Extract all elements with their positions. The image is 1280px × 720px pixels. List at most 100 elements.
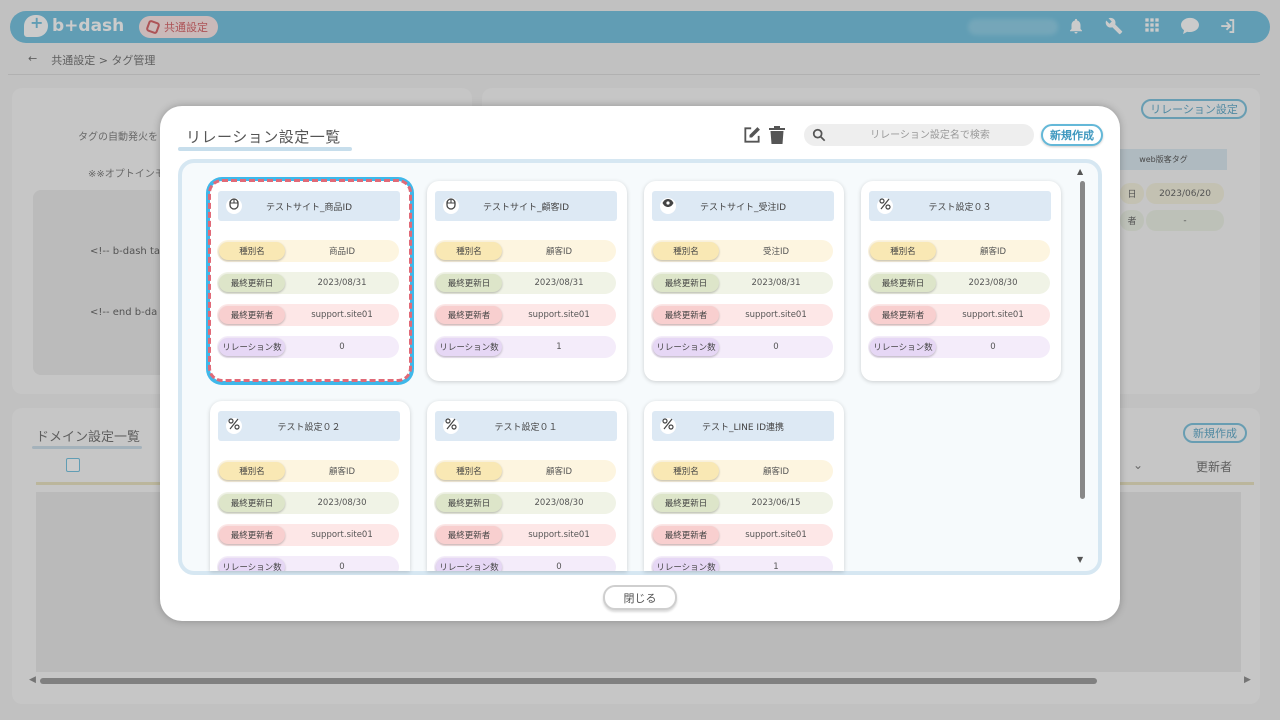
relation-card[interactable]: テストサイト_商品ID 種別名 商品ID 最終更新日 2023/08/31 最終更新者 su… [210, 181, 410, 381]
updated-by-value: support.site01 [745, 310, 807, 320]
relation-count-value: 0 [990, 342, 996, 352]
updated-by-value: support.site01 [311, 310, 373, 320]
updated-by-value: support.site01 [528, 310, 590, 320]
updated-by-value: support.site01 [745, 530, 807, 540]
relation-search [804, 124, 1034, 146]
updated-at-label: 最終更新日 [653, 494, 719, 512]
type-value: 顧客ID [979, 247, 1007, 257]
relation-count-value: 1 [556, 342, 562, 352]
relation-count-row: リレーション数 0 [217, 556, 399, 571]
type-label: 種別名 [219, 462, 285, 480]
updated-at-row: 最終更新日 2023/08/31 [217, 272, 399, 294]
updated-by-label: 最終更新者 [870, 306, 936, 324]
relation-count-row: リレーション数 0 [651, 336, 833, 358]
relation-count-label: リレーション数 [219, 338, 285, 356]
close-button[interactable]: 閉じる [603, 585, 677, 610]
relation-name: テスト設定０３ [928, 202, 992, 213]
modal-title: リレーション設定一覧 [178, 128, 352, 151]
updated-at-row: 最終更新日 2023/06/15 [651, 492, 833, 514]
trash-icon[interactable] [769, 126, 785, 144]
type-value: 顧客ID [545, 467, 573, 477]
relation-card[interactable]: テスト_LINE ID連携種別名 顧客ID 最終更新日 2023/06/15 最終更新者… [644, 401, 844, 571]
updated-at-label: 最終更新日 [870, 274, 936, 292]
relation-count-row: リレーション数 1 [651, 556, 833, 571]
type-row: 種別名 顧客ID [868, 240, 1050, 262]
mouse-icon [226, 198, 242, 214]
type-row: 種別名 顧客ID [434, 240, 616, 262]
percent-icon [443, 418, 459, 434]
type-value: 顧客ID [328, 467, 356, 477]
updated-at-row: 最終更新日 2023/08/30 [868, 272, 1050, 294]
relation-count-row: リレーション数 0 [434, 556, 616, 571]
updated-at-value: 2023/08/31 [317, 278, 367, 288]
updated-at-label: 最終更新日 [219, 494, 285, 512]
type-label: 種別名 [219, 242, 285, 260]
relation-count-label: リレーション数 [653, 558, 719, 571]
type-value: 顧客ID [762, 467, 790, 477]
type-row: 種別名 受注ID [651, 240, 833, 262]
mouse-icon [443, 198, 459, 214]
eye-icon [660, 198, 676, 214]
updated-by-row: 最終更新者 support.site01 [434, 304, 616, 326]
relation-card-title: テストサイト_受注ID [652, 191, 834, 221]
updated-at-row: 最終更新日 2023/08/31 [651, 272, 833, 294]
updated-at-label: 最終更新日 [436, 494, 502, 512]
updated-at-label: 最終更新日 [653, 274, 719, 292]
updated-by-value: support.site01 [528, 530, 590, 540]
updated-by-label: 最終更新者 [219, 306, 285, 324]
relation-count-value: 0 [556, 562, 562, 571]
relation-count-value: 0 [339, 562, 345, 571]
relation-count-row: リレーション数 1 [434, 336, 616, 358]
scroll-up-icon[interactable]: ▲ [1077, 167, 1083, 176]
relation-count-value: 0 [339, 342, 345, 352]
type-value: 受注ID [762, 247, 790, 257]
relation-count-value: 0 [773, 342, 779, 352]
relation-name: テストサイト_顧客ID [482, 202, 570, 213]
type-row: 種別名 顧客ID [651, 460, 833, 482]
type-label: 種別名 [436, 242, 502, 260]
percent-icon [226, 418, 242, 434]
new-relation-button[interactable]: 新規作成 [1041, 124, 1103, 146]
relation-card-title: テストサイト_顧客ID [435, 191, 617, 221]
relation-card[interactable]: テスト設定０２ 種別名 顧客ID 最終更新日 2023/08/30 最終更新者 suppor… [210, 401, 410, 571]
updated-by-row: 最終更新者 support.site01 [651, 524, 833, 546]
search-icon [812, 128, 826, 142]
type-row: 種別名 顧客ID [217, 460, 399, 482]
relation-count-row: リレーション数 0 [868, 336, 1050, 358]
updated-by-row: 最終更新者 support.site01 [651, 304, 833, 326]
updated-by-label: 最終更新者 [436, 526, 502, 544]
relation-card[interactable]: テストサイト_受注ID 種別名 受注ID 最終更新日 2023/08/31 最終更新者 su… [644, 181, 844, 381]
type-label: 種別名 [870, 242, 936, 260]
percent-icon [877, 198, 893, 214]
search-input[interactable] [832, 124, 1028, 146]
updated-by-row: 最終更新者 support.site01 [217, 524, 399, 546]
relation-name: テスト_LINE ID連携 [701, 422, 785, 433]
updated-at-value: 2023/08/31 [534, 278, 584, 288]
edit-icon[interactable] [742, 125, 762, 145]
relation-card[interactable]: テストサイト_顧客ID 種別名 顧客ID 最終更新日 2023/08/31 最終更新者 su… [427, 181, 627, 381]
relation-card-title: テスト設定０２ [218, 411, 400, 441]
updated-at-label: 最終更新日 [219, 274, 285, 292]
relation-count-row: リレーション数 0 [217, 336, 399, 358]
type-label: 種別名 [653, 462, 719, 480]
relation-card[interactable]: テスト設定０１ 種別名 顧客ID 最終更新日 2023/08/30 最終更新者 suppor… [427, 401, 627, 571]
updated-at-row: 最終更新日 2023/08/31 [434, 272, 616, 294]
type-label: 種別名 [436, 462, 502, 480]
relation-list-modal: リレーション設定一覧 新規作成 テストサイト_商品ID 種別名 商品ID 最終更新日 2… [160, 106, 1120, 621]
relation-count-label: リレーション数 [653, 338, 719, 356]
scroll-down-icon[interactable]: ▼ [1077, 555, 1083, 564]
type-row: 種別名 商品ID [217, 240, 399, 262]
updated-at-value: 2023/08/30 [968, 278, 1018, 288]
percent-icon [660, 418, 676, 434]
relation-count-label: リレーション数 [436, 558, 502, 571]
updated-at-row: 最終更新日 2023/08/30 [434, 492, 616, 514]
updated-at-value: 2023/08/30 [534, 498, 584, 508]
vertical-scrollbar[interactable] [1080, 181, 1085, 499]
updated-by-row: 最終更新者 support.site01 [217, 304, 399, 326]
relation-card[interactable]: テスト設定０３ 種別名 顧客ID 最終更新日 2023/08/30 最終更新者 suppor… [861, 181, 1061, 381]
type-label: 種別名 [653, 242, 719, 260]
relation-card-title: テスト設定０１ [435, 411, 617, 441]
updated-by-row: 最終更新者 support.site01 [868, 304, 1050, 326]
relation-name: テスト設定０１ [494, 422, 558, 433]
relation-count-value: 1 [773, 562, 779, 571]
